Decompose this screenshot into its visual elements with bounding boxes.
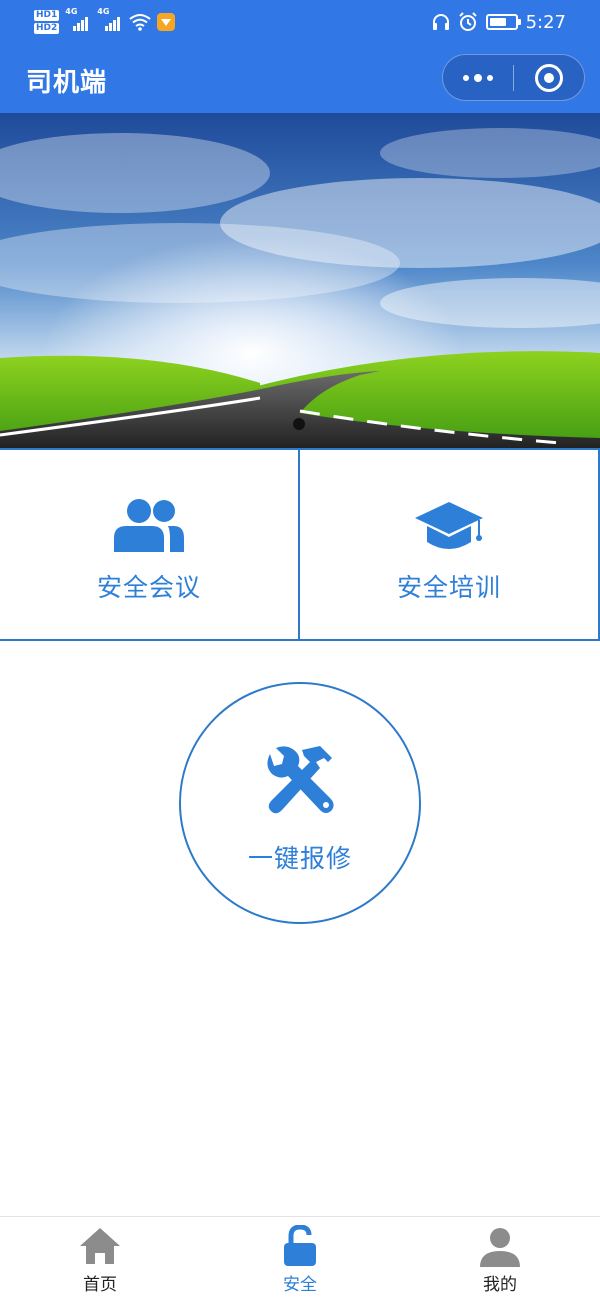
signal-icon-2: 4G <box>97 7 123 31</box>
home-icon <box>80 1228 120 1264</box>
hd-label-2: HD2 <box>34 23 60 34</box>
page-title: 司机端 <box>26 68 108 98</box>
tab-safety[interactable]: 安全 <box>200 1217 400 1300</box>
tab-profile-label: 我的 <box>483 1275 517 1295</box>
lock-open-icon <box>284 1225 316 1266</box>
user-icon <box>480 1228 520 1267</box>
hd-label-1: HD1 <box>34 10 60 21</box>
more-menu-button[interactable] <box>443 55 513 100</box>
carousel-indicator-dot[interactable] <box>293 418 305 430</box>
hd-icon: HD1 HD2 <box>34 10 60 34</box>
miniprogram-capsule <box>442 54 585 101</box>
target-icon <box>535 63 563 92</box>
safety-training-button[interactable]: 安全培训 <box>300 450 600 639</box>
status-time: 5:27 <box>525 11 566 33</box>
graduation-cap-icon <box>415 502 483 549</box>
wifi-icon <box>129 14 151 31</box>
tab-safety-label: 安全 <box>283 1275 317 1295</box>
safety-training-label: 安全培训 <box>396 573 501 602</box>
close-miniprogram-button[interactable] <box>514 55 584 100</box>
top-bar: HD1 HD2 4G 4G 5:27 司机端 <box>0 0 600 113</box>
headphones-icon <box>432 14 449 30</box>
title-bar: 司机端 <box>0 44 600 113</box>
safety-menu-grid: 安全会议 安全培训 <box>0 448 600 641</box>
more-dots-icon <box>463 74 469 81</box>
safety-meeting-button[interactable]: 安全会议 <box>0 450 300 639</box>
one-click-repair-button[interactable]: 一键报修 <box>179 682 421 924</box>
safety-meeting-label: 安全会议 <box>96 573 201 602</box>
users-icon <box>114 499 184 552</box>
alarm-icon <box>458 12 477 31</box>
status-left: HD1 HD2 4G 4G <box>34 6 176 38</box>
signal-icon: 4G <box>65 7 91 31</box>
tab-profile[interactable]: 我的 <box>400 1217 600 1300</box>
status-right: 5:27 <box>432 8 566 36</box>
bottom-tab-bar: 首页 安全 我的 <box>0 1216 600 1300</box>
app-notification-icon <box>157 13 176 31</box>
tab-home-label: 首页 <box>83 1275 117 1295</box>
status-bar: HD1 HD2 4G 4G 5:27 <box>0 0 600 44</box>
one-click-repair-label: 一键报修 <box>247 844 352 873</box>
banner-image <box>0 113 600 448</box>
battery-icon <box>485 14 521 30</box>
hammer-wrench-icon <box>267 746 334 814</box>
banner-carousel[interactable] <box>0 113 600 448</box>
tab-home[interactable]: 首页 <box>0 1217 200 1300</box>
